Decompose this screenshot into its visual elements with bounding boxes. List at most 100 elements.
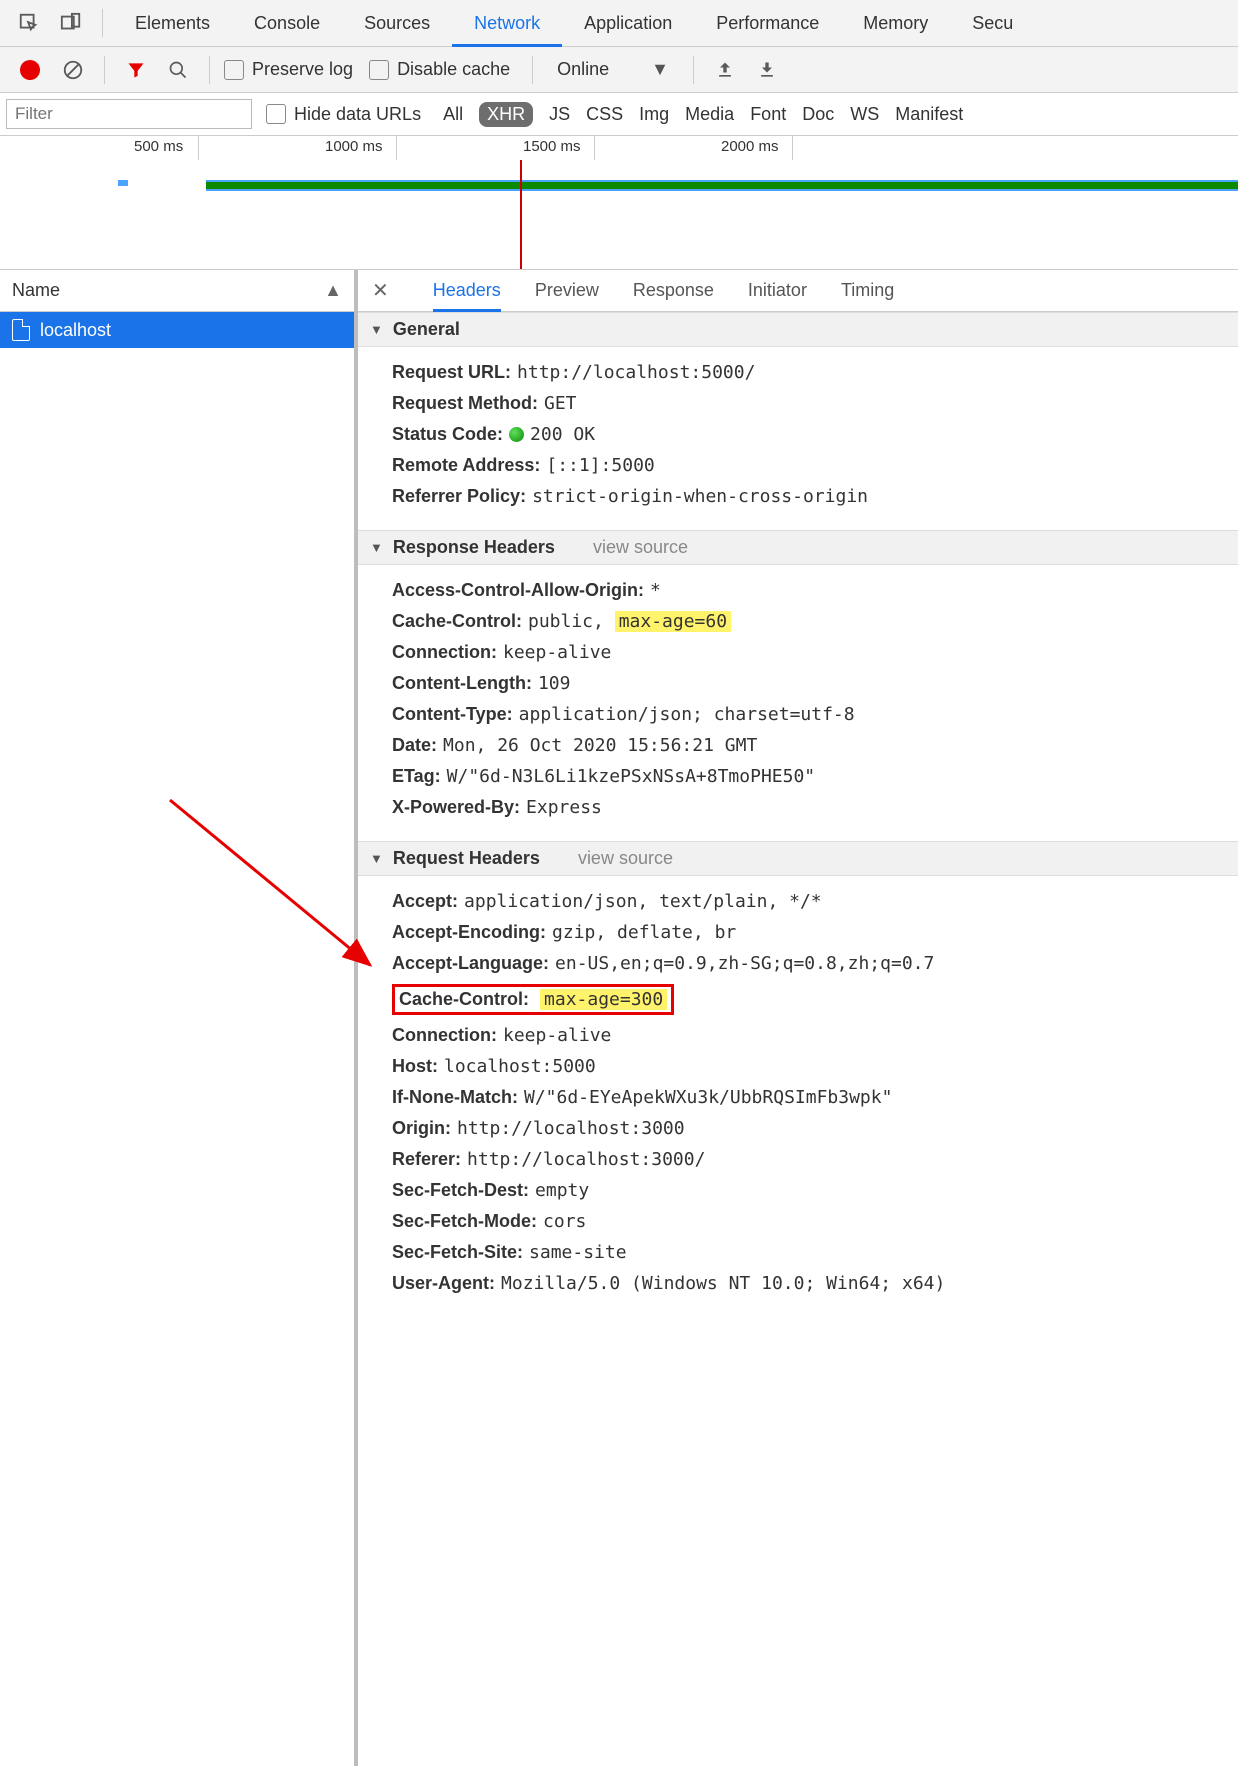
general-block: Request URL:http://localhost:5000/ Reque… — [358, 347, 1238, 530]
waterfall-timeline[interactable]: 500 ms 1000 ms 1500 ms 2000 ms — [0, 136, 1238, 270]
k-date: Date: — [392, 735, 437, 755]
v-accept-encoding: gzip, deflate, br — [552, 922, 736, 943]
k-acao: Access-Control-Allow-Origin: — [392, 580, 644, 600]
close-icon[interactable]: ✕ — [372, 278, 389, 303]
tab-application[interactable]: Application — [562, 0, 694, 47]
device-toggle-icon[interactable] — [56, 8, 86, 38]
response-headers-block: Access-Control-Allow-Origin:* Cache-Cont… — [358, 565, 1238, 841]
section-title: Request Headers — [393, 848, 540, 869]
disclosure-icon: ▼ — [370, 851, 383, 866]
tab-performance[interactable]: Performance — [694, 0, 841, 47]
preserve-log-checkbox[interactable]: Preserve log — [224, 59, 353, 80]
separator — [693, 56, 694, 84]
request-details-panel: ✕ Headers Preview Response Initiator Tim… — [358, 270, 1238, 1766]
dtab-preview[interactable]: Preview — [535, 280, 599, 301]
inspect-icon[interactable] — [14, 8, 44, 38]
dtab-response[interactable]: Response — [633, 280, 714, 301]
cache-pre: public, — [528, 611, 615, 632]
tab-console[interactable]: Console — [232, 0, 342, 47]
dtab-timing[interactable]: Timing — [841, 280, 894, 301]
section-response-headers[interactable]: ▼ Response Headers view source — [358, 530, 1238, 565]
v-origin: http://localhost:3000 — [457, 1118, 685, 1139]
request-list-panel: Name ▲ localhost — [0, 270, 358, 1766]
k-origin: Origin: — [392, 1118, 451, 1138]
v-xpb: Express — [526, 797, 602, 818]
separator — [102, 9, 103, 37]
clear-icon[interactable] — [58, 55, 88, 85]
timeline-load-marker — [520, 160, 522, 269]
devtools-tabs: Elements Console Sources Network Applica… — [113, 0, 1035, 47]
v-accept-language: en-US,en;q=0.9,zh-SG;q=0.8,zh;q=0.7 — [555, 953, 934, 974]
type-doc[interactable]: Doc — [802, 104, 834, 125]
file-icon — [12, 319, 30, 341]
k-referrer-policy: Referrer Policy: — [392, 486, 526, 506]
request-list-header[interactable]: Name ▲ — [0, 270, 354, 312]
request-row[interactable]: localhost — [0, 312, 354, 348]
type-media[interactable]: Media — [685, 104, 734, 125]
tab-network[interactable]: Network — [452, 0, 562, 47]
hide-data-urls-checkbox[interactable]: Hide data URLs — [266, 104, 421, 125]
tick-label: 2000 ms — [721, 138, 779, 155]
throttling-value: Online — [557, 59, 609, 80]
filter-icon[interactable] — [121, 55, 151, 85]
k-inm: If-None-Match: — [392, 1087, 518, 1107]
type-all[interactable]: All — [443, 104, 463, 125]
tick-label: 1000 ms — [325, 138, 383, 155]
tab-sources[interactable]: Sources — [342, 0, 452, 47]
v-sfd: empty — [535, 1180, 589, 1201]
k-xpb: X-Powered-By: — [392, 797, 520, 817]
v-referer: http://localhost:3000/ — [467, 1149, 705, 1170]
v-req-connection: keep-alive — [503, 1025, 611, 1046]
record-button[interactable] — [20, 60, 40, 80]
request-headers-block: Accept:application/json, text/plain, */*… — [358, 876, 1238, 1317]
upload-icon[interactable] — [710, 55, 740, 85]
section-request-headers[interactable]: ▼ Request Headers view source — [358, 841, 1238, 876]
v-sfm: cors — [543, 1211, 586, 1232]
type-js[interactable]: JS — [549, 104, 570, 125]
filter-input[interactable] — [6, 99, 252, 129]
tab-memory[interactable]: Memory — [841, 0, 950, 47]
dtab-initiator[interactable]: Initiator — [748, 280, 807, 301]
disable-cache-checkbox[interactable]: Disable cache — [369, 59, 510, 80]
preserve-log-label: Preserve log — [252, 59, 353, 80]
k-status-code: Status Code: — [392, 424, 503, 444]
k-req-connection: Connection: — [392, 1025, 497, 1045]
download-icon[interactable] — [752, 55, 782, 85]
checkbox-icon — [369, 60, 389, 80]
hide-data-urls-label: Hide data URLs — [294, 104, 421, 125]
dtab-headers[interactable]: Headers — [433, 270, 501, 312]
v-resp-cache-control: public, max-age=60 — [528, 611, 731, 632]
separator — [209, 56, 210, 84]
tab-security[interactable]: Secu — [950, 0, 1035, 47]
v-content-type: application/json; charset=utf-8 — [519, 704, 855, 725]
timeline-bar — [206, 180, 1238, 191]
v-request-url: http://localhost:5000/ — [517, 362, 755, 383]
disclosure-icon: ▼ — [370, 322, 383, 337]
v-accept: application/json, text/plain, */* — [464, 891, 822, 912]
section-general[interactable]: ▼ General — [358, 312, 1238, 347]
type-font[interactable]: Font — [750, 104, 786, 125]
type-xhr[interactable]: XHR — [479, 102, 533, 127]
type-ws[interactable]: WS — [850, 104, 879, 125]
disclosure-icon: ▼ — [370, 540, 383, 555]
view-source-link[interactable]: view source — [578, 848, 673, 869]
tick-label: 500 ms — [134, 138, 183, 155]
view-source-link[interactable]: view source — [593, 537, 688, 558]
k-sfs: Sec-Fetch-Site: — [392, 1242, 523, 1262]
type-img[interactable]: Img — [639, 104, 669, 125]
status-text: 200 OK — [530, 424, 595, 445]
timeline-segment — [118, 180, 128, 186]
search-icon[interactable] — [163, 55, 193, 85]
column-name: Name — [12, 280, 60, 301]
throttling-select[interactable]: Online ▼ — [543, 59, 683, 80]
network-toolbar: Preserve log Disable cache Online ▼ — [0, 47, 1238, 93]
tab-elements[interactable]: Elements — [113, 0, 232, 47]
disable-cache-label: Disable cache — [397, 59, 510, 80]
k-content-type: Content-Type: — [392, 704, 513, 724]
type-css[interactable]: CSS — [586, 104, 623, 125]
k-req-cache-control: Cache-Control: — [399, 989, 529, 1009]
highlight-max-age-req: max-age=300 — [540, 989, 667, 1010]
k-resp-connection: Connection: — [392, 642, 497, 662]
type-manifest[interactable]: Manifest — [895, 104, 963, 125]
k-sfd: Sec-Fetch-Dest: — [392, 1180, 529, 1200]
